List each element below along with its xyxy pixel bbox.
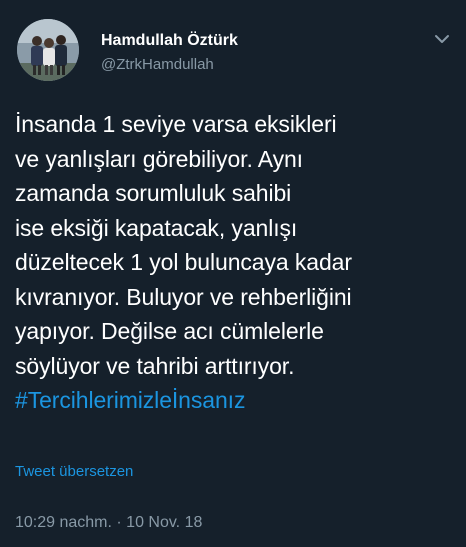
- tweet-line: kıvranıyor. Buluyor ve rehberliğini: [15, 283, 352, 310]
- tweet-line: düzeltecek 1 yol buluncaya kadar: [15, 249, 352, 275]
- tweet-line: zamanda sorumluluk sahibi: [15, 180, 292, 206]
- tweet-card: Hamdullah Öztürk @ZtrkHamdullah İnsanda …: [0, 0, 466, 547]
- tweet-text: İnsanda 1 seviye varsa eksikleri ve yanl…: [15, 107, 460, 418]
- author-handle[interactable]: @ZtrkHamdullah: [101, 56, 214, 73]
- tweet-line: ise eksiği kapatacak, yanlışı: [15, 214, 298, 241]
- profile-photo-icon: [17, 19, 79, 81]
- tweet-line: ve yanlışları görebiliyor. Aynı: [15, 145, 303, 172]
- tweet-timestamp[interactable]: 10:29 nachm. · 10 Nov. 18: [15, 514, 202, 532]
- tweet-line: söylüyor ve tahribi arttırıyor.: [15, 352, 295, 379]
- translate-tweet-link[interactable]: Tweet übersetzen: [15, 463, 133, 480]
- chevron-down-icon[interactable]: [434, 32, 450, 44]
- tweet-line: yapıyor. Değilse acı cümlelerle: [15, 318, 324, 344]
- hashtag-link[interactable]: #Tercihlerimizleİnsanız: [15, 383, 460, 418]
- author-display-name[interactable]: Hamdullah Öztürk: [101, 32, 238, 50]
- avatar[interactable]: [17, 19, 79, 81]
- tweet-line: İnsanda 1 seviye varsa eksikleri: [15, 111, 337, 137]
